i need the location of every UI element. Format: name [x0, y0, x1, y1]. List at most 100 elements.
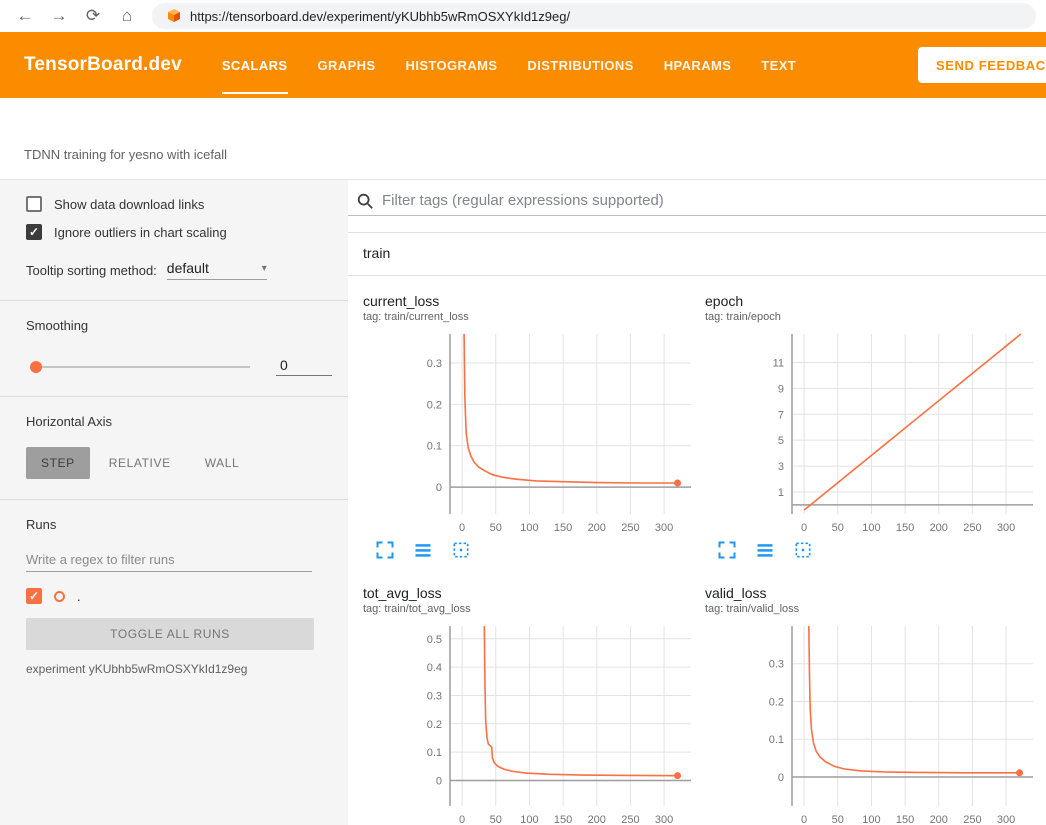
svg-text:5: 5 [778, 435, 784, 447]
show-download-links-row[interactable]: Show data download links [26, 196, 332, 212]
svg-text:250: 250 [621, 522, 639, 534]
url-text: https://tensorboard.dev/experiment/yKUbh… [190, 9, 570, 24]
svg-text:0.5: 0.5 [427, 634, 442, 646]
svg-text:0: 0 [801, 522, 807, 534]
fit-domain-icon[interactable] [793, 540, 813, 560]
svg-text:50: 50 [832, 814, 844, 825]
show-download-links-checkbox[interactable] [26, 196, 42, 212]
tab-scalars[interactable]: SCALARS [222, 32, 288, 98]
tag-group-header[interactable]: train [348, 233, 1046, 276]
smoothing-control: 0 [26, 357, 332, 376]
axis-wall-button[interactable]: WALL [190, 447, 255, 479]
chart-tag: tag: train/valid_loss [705, 602, 1035, 616]
svg-text:11: 11 [773, 357, 784, 369]
line-chart[interactable]: 05010015020025030000.10.20.30.40.5 [363, 622, 693, 825]
view-data-icon[interactable] [755, 540, 775, 560]
svg-text:0.2: 0.2 [427, 399, 442, 411]
fit-domain-icon[interactable] [451, 540, 471, 560]
svg-text:150: 150 [554, 522, 572, 534]
chart-valid-loss: valid_loss tag: train/valid_loss 0501001… [705, 584, 1035, 825]
tooltip-sorting-row: Tooltip sorting method: default ▾ [26, 260, 332, 280]
expand-chart-icon[interactable] [375, 540, 395, 560]
home-icon[interactable]: ⌂ [112, 3, 142, 29]
run-list-item[interactable]: ✓ . [26, 588, 332, 604]
tooltip-sorting-dropdown[interactable]: default ▾ [167, 260, 267, 280]
svg-text:100: 100 [862, 522, 880, 534]
tab-hparams[interactable]: HPARAMS [664, 32, 732, 98]
svg-text:300: 300 [997, 814, 1015, 825]
smoothing-value[interactable]: 0 [276, 357, 332, 376]
run-checkbox[interactable]: ✓ [26, 588, 42, 604]
show-download-links-label: Show data download links [54, 197, 204, 212]
svg-text:50: 50 [490, 522, 502, 534]
chart-toolbar [363, 540, 693, 560]
tag-filter-input[interactable] [382, 192, 1046, 209]
smoothing-section: Smoothing 0 [0, 301, 348, 397]
svg-text:150: 150 [896, 522, 914, 534]
svg-text:200: 200 [930, 814, 948, 825]
tooltip-sorting-value: default [167, 260, 209, 276]
forward-icon[interactable]: → [44, 3, 74, 29]
chevron-down-icon: ▾ [262, 263, 267, 274]
svg-text:0: 0 [436, 775, 442, 787]
ignore-outliers-label: Ignore outliers in chart scaling [54, 225, 227, 240]
axis-step-button[interactable]: STEP [26, 447, 90, 479]
ignore-outliers-row[interactable]: ✓ Ignore outliers in chart scaling [26, 224, 332, 240]
scalars-dashboard: train current_loss tag: train/current_lo… [348, 180, 1046, 825]
app-header: TensorBoard.dev SCALARS GRAPHS HISTOGRAM… [0, 32, 1046, 98]
send-feedback-button[interactable]: SEND FEEDBACK [918, 47, 1046, 83]
chart-toolbar [705, 540, 1035, 560]
axis-relative-button[interactable]: RELATIVE [94, 447, 186, 479]
nav-tabs: SCALARS GRAPHS HISTOGRAMS DISTRIBUTIONS … [222, 32, 796, 98]
chart-tag: tag: train/tot_avg_loss [363, 602, 693, 616]
toggle-all-runs-button[interactable]: TOGGLE ALL RUNS [26, 618, 314, 650]
svg-text:150: 150 [896, 814, 914, 825]
line-chart[interactable]: 05010015020025030000.10.20.3 [363, 330, 693, 538]
reload-icon[interactable]: ⟳ [78, 3, 108, 29]
check-icon: ✓ [29, 589, 39, 603]
svg-text:100: 100 [520, 814, 538, 825]
svg-text:50: 50 [490, 814, 502, 825]
check-icon: ✓ [29, 225, 39, 239]
back-icon[interactable]: ← [10, 3, 40, 29]
run-name: . [77, 589, 81, 604]
line-chart[interactable]: 05010015020025030000.10.20.3 [705, 622, 1035, 825]
browser-window: ← → ⟳ ⌂ https://tensorboard.dev/experime… [0, 0, 1046, 825]
smoothing-slider-thumb[interactable] [30, 361, 42, 373]
tab-text[interactable]: TEXT [761, 32, 796, 98]
svg-text:250: 250 [963, 814, 981, 825]
tab-histograms[interactable]: HISTOGRAMS [406, 32, 498, 98]
chart-tag: tag: train/epoch [705, 310, 1035, 324]
svg-text:50: 50 [832, 522, 844, 534]
svg-text:9: 9 [778, 383, 784, 395]
horizontal-axis-label: Horizontal Axis [26, 414, 112, 429]
svg-text:3: 3 [778, 461, 784, 473]
svg-text:300: 300 [655, 522, 673, 534]
ignore-outliers-checkbox[interactable]: ✓ [26, 224, 42, 240]
svg-text:300: 300 [655, 814, 673, 825]
site-favicon [166, 8, 182, 24]
experiment-title: TDNN training for yesno with icefall [24, 147, 227, 162]
expand-chart-icon[interactable] [717, 540, 737, 560]
view-data-icon[interactable] [413, 540, 433, 560]
chart-title: epoch [705, 292, 1035, 310]
general-settings-section: Show data download links ✓ Ignore outlie… [0, 180, 348, 301]
svg-text:0.3: 0.3 [769, 659, 784, 671]
svg-text:200: 200 [588, 814, 606, 825]
runs-filter-input[interactable] [26, 548, 312, 572]
svg-text:0.4: 0.4 [427, 662, 442, 674]
url-bar[interactable]: https://tensorboard.dev/experiment/yKUbh… [152, 3, 1036, 29]
tooltip-sorting-label: Tooltip sorting method: [26, 263, 157, 278]
smoothing-slider[interactable] [30, 366, 250, 368]
svg-text:0.1: 0.1 [427, 747, 442, 759]
svg-text:300: 300 [997, 522, 1015, 534]
line-chart[interactable]: 0501001502002503001357911 [705, 330, 1035, 538]
settings-sidebar: Show data download links ✓ Ignore outlie… [0, 180, 348, 825]
svg-text:0.3: 0.3 [427, 690, 442, 702]
experiment-strip: TDNN training for yesno with icefall [0, 98, 1046, 180]
svg-text:0.2: 0.2 [769, 696, 784, 708]
svg-text:250: 250 [621, 814, 639, 825]
tab-distributions[interactable]: DISTRIBUTIONS [527, 32, 633, 98]
chart-epoch: epoch tag: train/epoch 05010015020025030… [705, 292, 1035, 560]
tab-graphs[interactable]: GRAPHS [318, 32, 376, 98]
